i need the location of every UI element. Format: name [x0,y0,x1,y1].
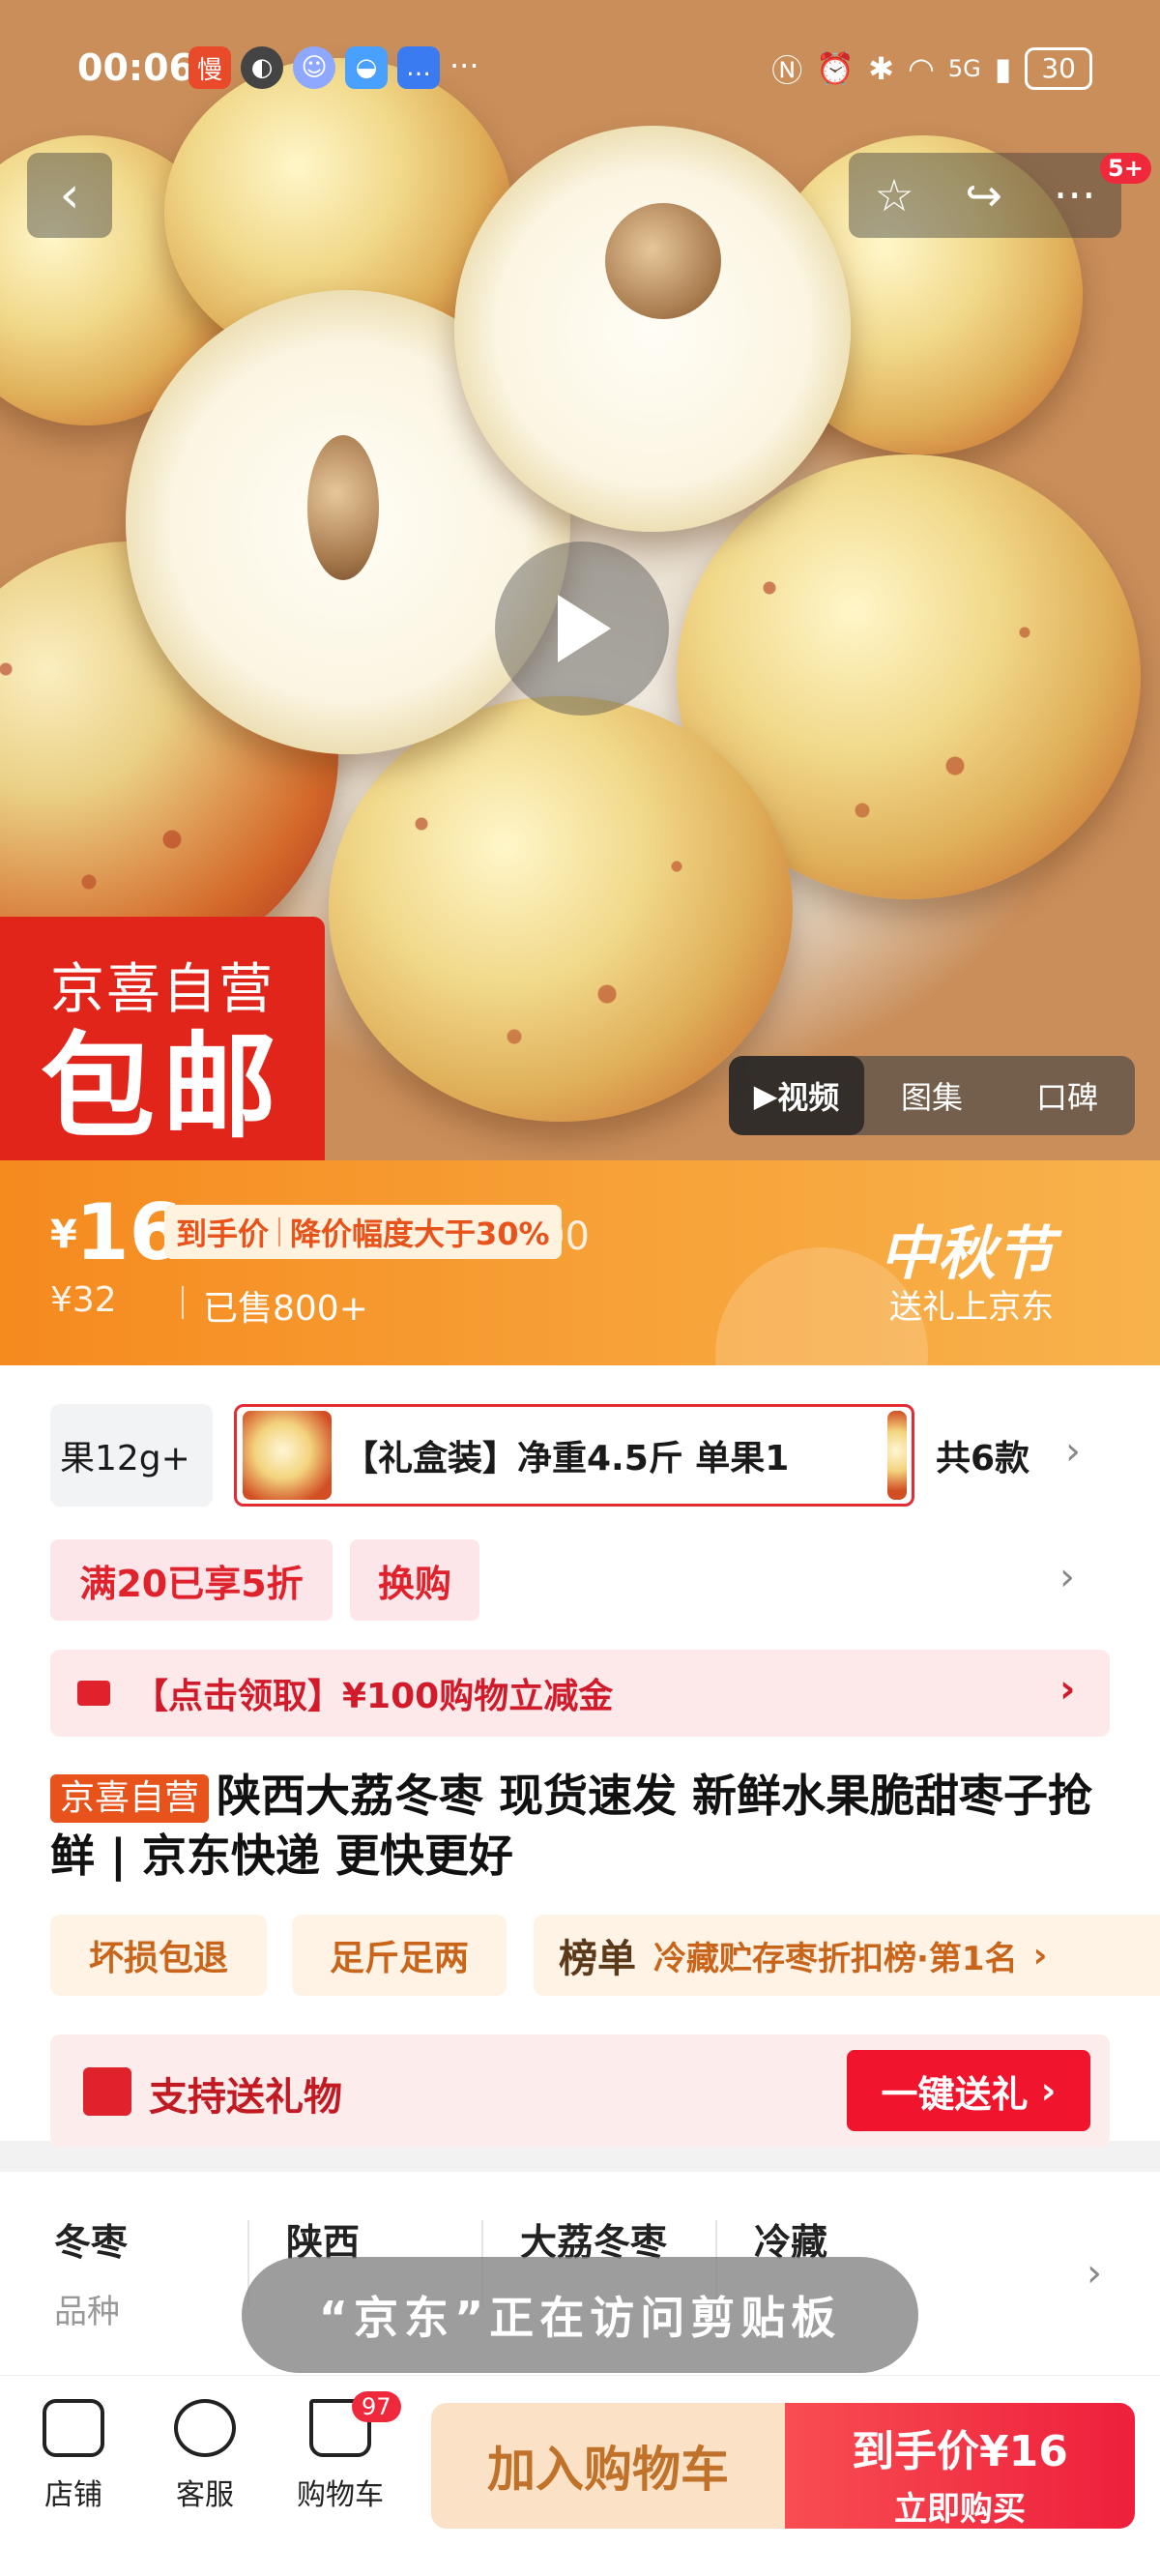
more-menu-icon[interactable]: ··· [1054,169,1096,221]
tag-line2: 包邮 [40,1020,284,1154]
app-notification-icon: ☺ [293,46,335,89]
shop-icon [43,2399,104,2457]
message-badge: 5+ [1100,153,1151,184]
share-icon[interactable]: ↪ [965,169,1002,221]
bluetooth-icon: ✱ [868,50,894,87]
rank-text: 冷藏贮存枣折扣榜·第1名 [653,1939,1018,1978]
price-banner: ¥ 16 ¥32.00 到手价 降价幅度大于30% ¥32 已售800+ 中秋节… [0,1160,1160,1460]
signal-icon: ▮ [994,50,1012,87]
service-label: 客服 [176,2478,234,2512]
shop-tag: 京喜自营 [50,1774,210,1823]
sku-option-selected[interactable]: 【礼盒装】净重4.5斤 单果1 [234,1404,914,1507]
status-time: 00:06 [77,46,194,89]
cart-label: 购物车 [297,2478,384,2512]
gift-text: 支持送礼物 [149,2075,342,2120]
discount-promo[interactable]: 满20已享5折 [50,1539,333,1621]
wifi-icon: ◠ [907,50,935,87]
customer-service-icon [174,2399,236,2457]
add-to-cart-button[interactable]: 加入购物车 [431,2403,785,2529]
swap-promo[interactable]: 换购 [350,1539,479,1621]
sku-selector: 果12g+ 【礼盒装】净重4.5斤 单果1 共6款 › [50,1404,1160,1510]
original-price: ¥32 [50,1280,117,1320]
play-video-button[interactable] [495,542,669,716]
sku-thumbnail [243,1411,332,1500]
buy-now-label: 立即购买 [894,2490,1026,2529]
sku-option-label: 【礼盒装】净重4.5斤 单果1 [343,1439,790,1478]
chevron-right-icon[interactable]: › [1087,2251,1102,2296]
media-tabs: ▶ 视频 图集 口碑 [729,1056,1135,1135]
jujube-pit [307,435,379,580]
back-button[interactable]: ‹ [27,153,112,238]
play-icon [558,595,611,662]
coupon-text: 【点击领取】¥100购物立减金 [133,1677,614,1716]
rank-label: 榜单 [559,1937,636,1981]
chevron-left-icon: ‹ [59,166,80,224]
message-icon: … [397,46,440,89]
battery-indicator: 30 [1025,47,1092,90]
chevron-right-icon[interactable]: › [1059,1555,1075,1599]
buy-price: 到手价¥16 [852,2427,1068,2476]
service-button[interactable]: 客服 [147,2399,263,2513]
product-image-carousel[interactable]: 00:06 慢 ◐ ☺ ◒ … ··· Ⓝ ⏰ ✱ ◠ 5G ▮ 30 ‹ ☆ … [0,0,1160,1160]
network-type: 5G [947,55,981,82]
product-title: 京喜自营 陕西大荔冬枣 现货速发 新鲜水果脆甜枣子抢鲜 | 京东快递 更快更好 [50,1766,1114,1886]
buy-now-button[interactable]: 到手价¥16 立即购买 [785,2403,1135,2529]
tag-return[interactable]: 坏损包退 [50,1915,267,1996]
app-notification-icon: ◐ [241,46,283,89]
status-bar: 00:06 慢 ◐ ☺ ◒ … ··· Ⓝ ⏰ ✱ ◠ 5G ▮ 30 [0,0,1160,135]
bottom-action-bar: 店铺 客服 97 购物车 加入购物车 到手价¥16 立即购买 [0,2375,1160,2576]
alarm-icon: ⏰ [816,50,856,87]
more-notifications-icon: ··· [450,47,479,84]
gift-banner: 支持送礼物 一键送礼 › [50,2034,1110,2147]
price-label: 到手价 降价幅度大于30% [164,1205,562,1259]
ranking-chip[interactable]: 榜单 冷藏贮存枣折扣榜·第1名 › [534,1915,1160,1996]
tab-video[interactable]: ▶ 视频 [729,1056,864,1135]
tab-video-label: 视频 [777,1079,840,1116]
shop-button[interactable]: 店铺 [15,2399,131,2513]
tab-reviews[interactable]: 口碑 [1000,1073,1135,1118]
card-icon [77,1681,110,1706]
chevron-right-icon[interactable]: › [1065,1429,1081,1474]
festival-subtitle: 送礼上京东 [889,1288,1054,1327]
chevron-right-icon: › [1059,1667,1076,1712]
chevron-right-icon: › [1032,1935,1048,1976]
clipboard-toast: “京东”正在访问剪贴板 [242,2257,918,2373]
spec-value: 冬枣 [54,2221,129,2264]
festival-title: 中秋节 [880,1220,1054,1288]
nfc-icon: Ⓝ [771,52,803,89]
top-action-group: ☆ ↪ ··· [849,153,1121,238]
sku-thumbnail [887,1411,907,1500]
product-info: 果12g+ 【礼盒装】净重4.5斤 单果1 共6款 › 满20已享5折 换购 ›… [0,1365,1160,2147]
send-gift-button[interactable]: 一键送礼 › [847,2050,1090,2131]
jujube-fruit [329,696,793,1122]
tab-gallery[interactable]: 图集 [864,1073,1000,1118]
promo-tag: 京喜自营 包邮 [0,917,325,1160]
notification-icons: 慢 ◐ ☺ ◒ … ··· [188,46,479,89]
favorite-star-icon[interactable]: ☆ [874,169,914,221]
sku-count-label: 共6款 [936,1439,1030,1478]
tag-line1: 京喜自营 [50,958,275,1021]
shop-label: 店铺 [44,2478,102,2512]
cart-button[interactable]: 97 购物车 [282,2391,401,2513]
sku-count[interactable]: 共6款 [887,1404,1081,1507]
gift-icon [83,2067,131,2116]
sku-option[interactable]: 果12g+ [50,1404,213,1507]
cart-badge: 97 [352,2391,401,2422]
send-gift-label: 一键送礼 [881,2072,1029,2116]
price-label-b: 降价幅度大于30% [290,1215,550,1252]
price-label-a: 到手价 [176,1215,270,1252]
tag-weight[interactable]: 足斤足两 [292,1915,507,1996]
currency-symbol: ¥ [50,1213,77,1257]
coupon-banner[interactable]: 【点击领取】¥100购物立减金 › [50,1650,1110,1737]
jujube-half [454,126,851,532]
jujube-pit [605,203,721,319]
app-notification-icon: 慢 [188,46,231,89]
sku-option-label: 果12g+ [60,1439,190,1478]
app-notification-icon: ◒ [345,46,388,89]
sold-count: 已售800+ [203,1289,368,1329]
